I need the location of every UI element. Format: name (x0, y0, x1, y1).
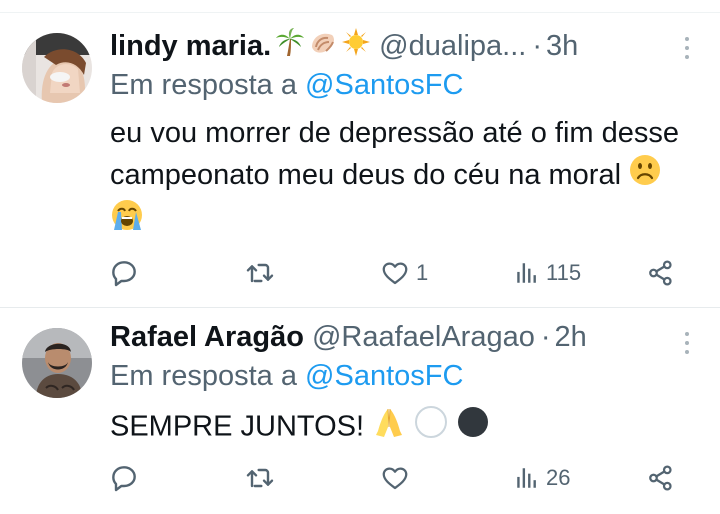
more-icon[interactable] (684, 332, 690, 354)
reply-context: Em resposta a @SantosFC (110, 69, 463, 102)
reply-mention-link[interactable]: @SantosFC (305, 360, 463, 392)
reply-prefix: Em resposta a (110, 69, 297, 101)
frowning-face-emoji (629, 154, 661, 198)
tweet-text: SEMPRE JUNTOS! (110, 405, 700, 451)
tweet-text-content: eu vou morrer de depressão até o fim des… (110, 117, 680, 191)
user-handle[interactable]: @dualipa... (379, 30, 526, 63)
views-button[interactable]: 115 (514, 253, 581, 293)
sun-emoji (341, 27, 371, 65)
tweet-text-content: SEMPRE JUNTOS! (110, 410, 365, 443)
avatar[interactable] (22, 328, 92, 398)
folded-hands-emoji (372, 405, 406, 451)
name-emojis (275, 27, 371, 65)
timestamp[interactable]: 3h (546, 30, 578, 63)
shell-emoji (308, 27, 338, 65)
retweet-icon (244, 257, 276, 289)
user-handle[interactable]: @RaafaelAragao (312, 321, 535, 354)
separator-dot: · (532, 29, 542, 62)
retweet-button[interactable] (244, 458, 282, 498)
retweet-icon (244, 462, 276, 494)
reply-icon (108, 462, 140, 494)
like-button[interactable] (380, 458, 416, 498)
views-icon (514, 465, 540, 491)
views-button[interactable]: 26 (514, 458, 570, 498)
more-icon[interactable] (684, 37, 690, 59)
share-icon (646, 463, 676, 493)
reply-feed: lindy maria. @dualipa... · 3h Em respost… (0, 0, 720, 514)
tweet-header: Rafael Aragão @RaafaelAragao · 2h (110, 318, 700, 356)
tweet-header: lindy maria. @dualipa... · 3h (110, 27, 700, 65)
reply-prefix: Em resposta a (110, 360, 297, 392)
black-circle-emoji (456, 405, 490, 451)
timestamp[interactable]: 2h (555, 321, 587, 354)
view-count: 26 (546, 465, 571, 490)
display-name[interactable]: lindy maria. (110, 30, 271, 63)
retweet-button[interactable] (244, 253, 282, 293)
reply-mention-link[interactable]: @SantosFC (305, 69, 463, 101)
white-circle-emoji (414, 405, 448, 451)
display-name[interactable]: Rafael Aragão (110, 321, 304, 354)
reply-context: Em resposta a @SantosFC (110, 360, 463, 393)
like-icon (380, 463, 410, 493)
views-icon (514, 260, 540, 286)
tweet[interactable]: Rafael Aragão @RaafaelAragao · 2h Em res… (0, 308, 720, 514)
loudly-crying-face-emoji (110, 199, 144, 243)
tweet-text: eu vou morrer de depressão até o fim des… (110, 112, 700, 243)
like-count: 1 (416, 260, 429, 285)
palm-tree-emoji (275, 27, 305, 65)
reply-button[interactable] (108, 458, 146, 498)
like-button[interactable]: 1 (380, 253, 428, 293)
like-icon (380, 258, 410, 288)
view-count: 115 (546, 260, 582, 285)
reply-button[interactable] (108, 253, 146, 293)
tweet[interactable]: lindy maria. @dualipa... · 3h Em respost… (0, 13, 720, 307)
share-button[interactable] (646, 458, 676, 498)
tweet-actions: 26 (0, 458, 720, 498)
share-icon (646, 258, 676, 288)
separator-dot: · (540, 320, 551, 353)
tweet-actions: 1 115 (0, 253, 720, 293)
share-button[interactable] (646, 253, 676, 293)
avatar[interactable] (22, 33, 92, 103)
reply-icon (108, 257, 140, 289)
